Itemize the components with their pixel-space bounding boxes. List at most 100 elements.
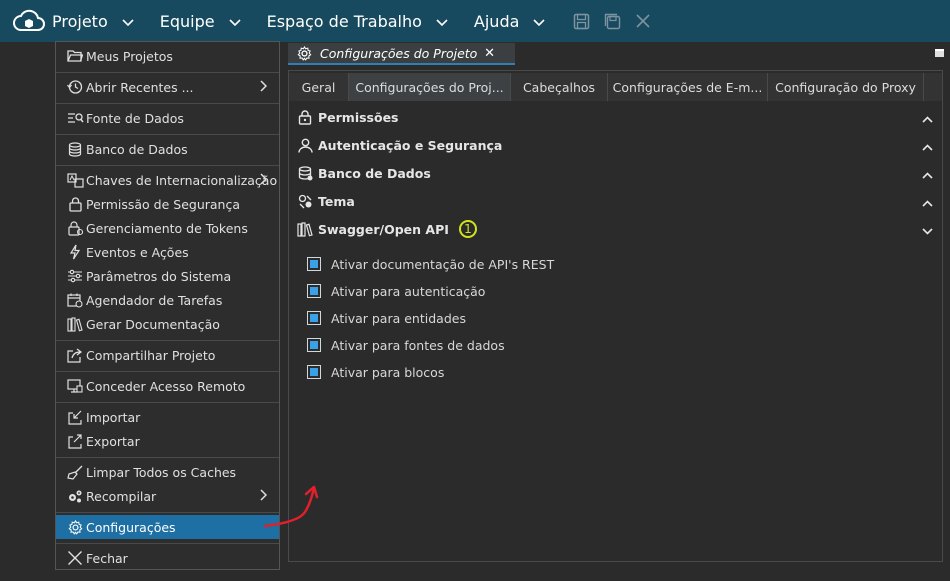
menu-item-label: Compartilhar Projeto [86,347,216,363]
callout-badge: 1 [458,220,477,238]
menu-item-label: Gerar Documentação [86,316,220,332]
subtab-configuracoes-de-email[interactable]: Configurações de E-m... [608,73,768,101]
annotation-arrow-icon [263,485,319,528]
maximize-icon[interactable] [935,49,944,57]
chevron-up-icon[interactable] [922,167,933,182]
section-tema[interactable]: Tema [297,189,937,213]
section-tema-label: Tema [318,193,355,209]
chevron-up-icon[interactable] [922,111,933,126]
subtab-geral[interactable]: Geral [289,73,349,101]
chevron-up-icon[interactable] [922,195,933,210]
chevron-down-icon [533,12,545,31]
option-ativar-para-entidades[interactable]: Ativar para entidades [307,308,466,328]
menu-item-permissao-de-seguranca[interactable]: Permissão de Segurança [56,192,279,216]
checkbox[interactable] [307,284,321,298]
menu-item-meus-projetos[interactable]: Meus Projetos [56,44,279,68]
menu-espaco-de-trabalho[interactable]: Espaço de Trabalho [267,0,474,42]
calendar-clock-icon [66,291,84,309]
menu-item-importar[interactable]: Importar [56,405,279,429]
token-lock-icon [66,219,84,237]
section-permissoes[interactable]: Permissões [297,105,937,129]
lock-icon [297,109,313,125]
menu-item-agendador-de-tarefas[interactable]: Agendador de Tarefas [56,288,279,312]
database-icon [297,165,313,181]
close-icon [66,549,84,567]
tab-configuracoes-do-projeto[interactable]: Configurações do Projeto ✕ [288,43,515,65]
menu-projeto[interactable]: Projeto [52,0,160,42]
option-label: Ativar documentação de API's REST [331,256,555,272]
menu-item-chaves-de-internacionalizacao[interactable]: Chaves de Internacionalização [56,168,279,192]
books-icon [66,315,84,333]
close-icon[interactable] [635,13,651,29]
chevron-down-icon [436,12,448,31]
menu-item-exportar[interactable]: Exportar [56,429,279,453]
save-icon[interactable] [573,13,590,30]
menu-espaco-label: Espaço de Trabalho [266,11,422,31]
menu-item-label: Conceder Acesso Remoto [86,378,246,394]
menu-item-label: Recompilar [86,488,157,504]
sliders-icon [66,267,84,285]
subtab-configuracao-do-proxy[interactable]: Configuração do Proxy [768,73,924,101]
menu-item-eventos-e-acoes[interactable]: Eventos e Ações [56,240,279,264]
projeto-dropdown-menu: Meus Projetos Abrir Recentes ... Fonte d… [55,41,280,570]
subtab-configuracoes-do-projeto[interactable]: Configurações do Proj... [349,73,511,101]
cloud-logo-icon[interactable] [6,0,52,42]
menu-item-fonte-de-dados[interactable]: Fonte de Dados [56,106,279,130]
menu-ajuda[interactable]: Ajuda [474,0,560,42]
menu-item-limpar-todos-os-caches[interactable]: Limpar Todos os Caches [56,460,279,484]
option-ativar-para-autenticacao[interactable]: Ativar para autenticação [307,281,485,301]
import-icon [66,408,84,426]
menu-item-label: Limpar Todos os Caches [86,464,237,480]
palette-icon [297,193,313,209]
option-label: Ativar para blocos [331,364,445,380]
chevron-right-icon [260,80,268,95]
broom-icon [66,463,84,481]
option-ativar-para-blocos[interactable]: Ativar para blocos [307,362,444,382]
menu-item-gerar-documentacao[interactable]: Gerar Documentação [56,312,279,336]
menu-item-label: Fonte de Dados [86,110,184,126]
document-tab-strip: Configurações do Projeto ✕ [288,43,950,65]
chevron-down-icon [122,12,134,31]
menu-equipe[interactable]: Equipe [160,0,267,42]
menu-item-label: Chaves de Internacionalização [86,172,278,188]
export-icon [66,432,84,450]
chevron-up-icon[interactable] [922,139,933,154]
menu-item-label: Importar [86,409,141,425]
translate-icon [66,171,84,189]
menu-item-parametros-do-sistema[interactable]: Parâmetros do Sistema [56,264,279,288]
data-source-search-icon [66,109,84,127]
menu-item-abrir-recentes[interactable]: Abrir Recentes ... [56,75,279,99]
menu-item-gerenciamento-de-tokens[interactable]: Gerenciamento de Tokens [56,216,279,240]
menu-item-configuracoes[interactable]: Configurações [56,515,279,539]
tab-close-button[interactable]: ✕ [484,46,495,61]
checkbox[interactable] [307,338,321,352]
subtab-cabecalhos[interactable]: Cabeçalhos [511,73,608,101]
option-label: Ativar para autenticação [331,283,486,299]
checkbox[interactable] [307,257,321,271]
chevron-right-icon [260,173,268,188]
menu-item-label: Eventos e Ações [86,244,189,260]
save-all-icon[interactable] [604,13,621,30]
section-autenticacao-e-seguranca[interactable]: Autenticação e Segurança [297,133,937,157]
section-permissoes-label: Permissões [318,109,399,125]
menu-item-compartilhar-projeto[interactable]: Compartilhar Projeto [56,343,279,367]
checkbox[interactable] [307,365,321,379]
menu-item-label: Permissão de Segurança [86,196,240,212]
books-icon [297,221,313,237]
section-swagger-open-api[interactable]: Swagger/Open API 1 [297,217,937,241]
option-ativar-documentacao-api-rest[interactable]: Ativar documentação de API's REST [307,254,554,274]
chevron-down-icon[interactable] [922,223,933,238]
history-icon [66,78,84,96]
menu-item-fechar[interactable]: Fechar [56,546,279,570]
menu-item-banco-de-dados[interactable]: Banco de Dados [56,137,279,161]
option-ativar-para-fontes-de-dados[interactable]: Ativar para fontes de dados [307,335,505,355]
menu-item-label: Gerenciamento de Tokens [86,220,248,236]
chevron-down-icon [229,12,241,31]
checkbox[interactable] [307,311,321,325]
menu-ajuda-label: Ajuda [473,11,520,31]
menu-item-label: Agendador de Tarefas [86,292,223,308]
menu-item-conceder-acesso-remoto[interactable]: Conceder Acesso Remoto [56,374,279,398]
gears-icon [66,487,84,505]
menu-item-recompilar[interactable]: Recompilar [56,484,279,508]
section-banco-de-dados[interactable]: Banco de Dados [297,161,937,185]
